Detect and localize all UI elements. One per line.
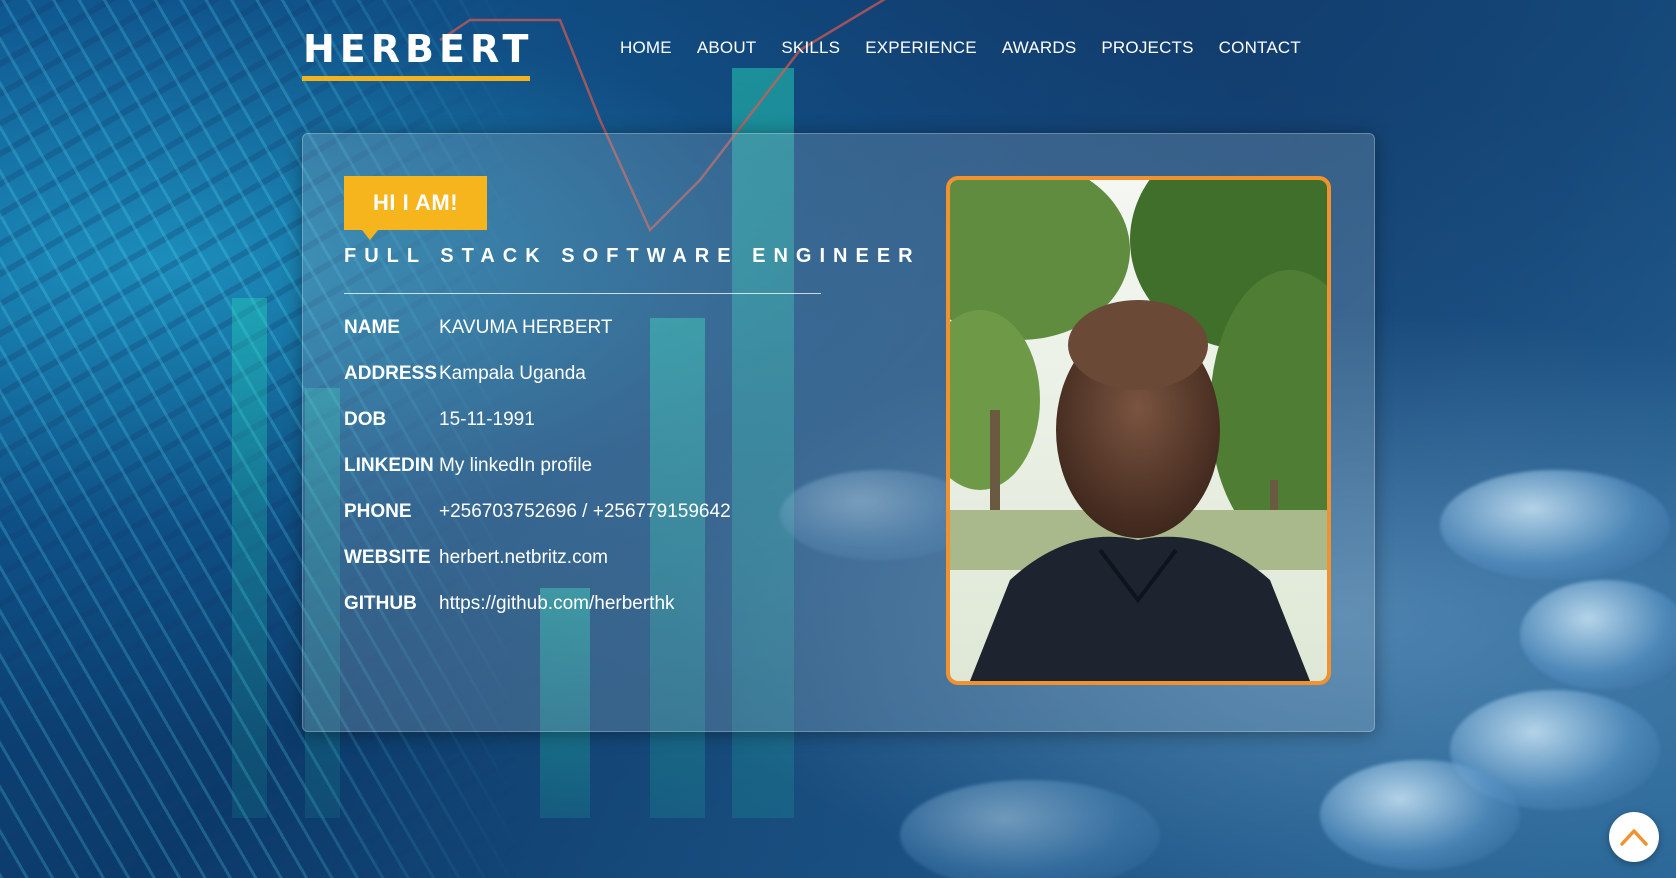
detail-row-name: NAME KAVUMA HERBERT xyxy=(344,317,731,363)
detail-row-github: GITHUB https://github.com/herberthk xyxy=(344,593,731,639)
divider xyxy=(344,293,821,294)
detail-label: PHONE xyxy=(344,501,412,522)
brand-underline xyxy=(302,76,530,81)
nav-home[interactable]: HOME xyxy=(620,38,672,58)
nav-contact[interactable]: CONTACT xyxy=(1219,38,1301,58)
role-title: FULL STACK SOFTWARE ENGINEER xyxy=(344,245,921,267)
detail-row-phone: PHONE +256703752696 / +256779159642 xyxy=(344,501,731,547)
detail-label: ADDRESS xyxy=(344,363,437,384)
background-coin xyxy=(1520,580,1676,690)
detail-value: +256703752696 / +256779159642 xyxy=(439,501,731,522)
background-coin xyxy=(1440,470,1670,580)
detail-label: WEBSITE xyxy=(344,547,431,568)
detail-value: Kampala Uganda xyxy=(439,363,586,384)
main-nav: HOME ABOUT SKILLS EXPERIENCE AWARDS PROJ… xyxy=(620,38,1301,58)
detail-value: 15-11-1991 xyxy=(439,409,535,430)
detail-row-linkedin: LINKEDIN My linkedIn profile xyxy=(344,455,731,501)
detail-label: DOB xyxy=(344,409,387,430)
greeting-badge: HI I AM! xyxy=(344,176,487,240)
nav-skills[interactable]: SKILLS xyxy=(781,38,840,58)
detail-label: LINKEDIN xyxy=(344,455,434,476)
personal-details: NAME KAVUMA HERBERT ADDRESS Kampala Ugan… xyxy=(344,317,731,639)
profile-photo xyxy=(946,176,1331,685)
website-link[interactable]: herbert.netbritz.com xyxy=(439,547,608,569)
chevron-up-icon xyxy=(1620,829,1648,846)
detail-row-dob: DOB 15-11-1991 xyxy=(344,409,731,455)
background-coin xyxy=(1320,760,1520,870)
profile-photo-image xyxy=(950,180,1327,681)
hero-card: HI I AM! FULL STACK SOFTWARE ENGINEER NA… xyxy=(302,133,1375,732)
nav-experience[interactable]: EXPERIENCE xyxy=(865,38,977,58)
linkedin-link[interactable]: My linkedIn profile xyxy=(439,455,592,477)
nav-about[interactable]: ABOUT xyxy=(697,38,757,58)
github-link[interactable]: https://github.com/herberthk xyxy=(439,593,675,615)
detail-label: NAME xyxy=(344,317,400,338)
nav-projects[interactable]: PROJECTS xyxy=(1101,38,1193,58)
detail-row-website: WEBSITE herbert.netbritz.com xyxy=(344,547,731,593)
scroll-top-button[interactable] xyxy=(1609,812,1659,862)
nav-awards[interactable]: AWARDS xyxy=(1002,38,1077,58)
detail-value: KAVUMA HERBERT xyxy=(439,317,613,338)
detail-label: GITHUB xyxy=(344,593,417,614)
brand-logo[interactable]: HERBERT xyxy=(303,27,533,71)
detail-row-address: ADDRESS Kampala Uganda xyxy=(344,363,731,409)
